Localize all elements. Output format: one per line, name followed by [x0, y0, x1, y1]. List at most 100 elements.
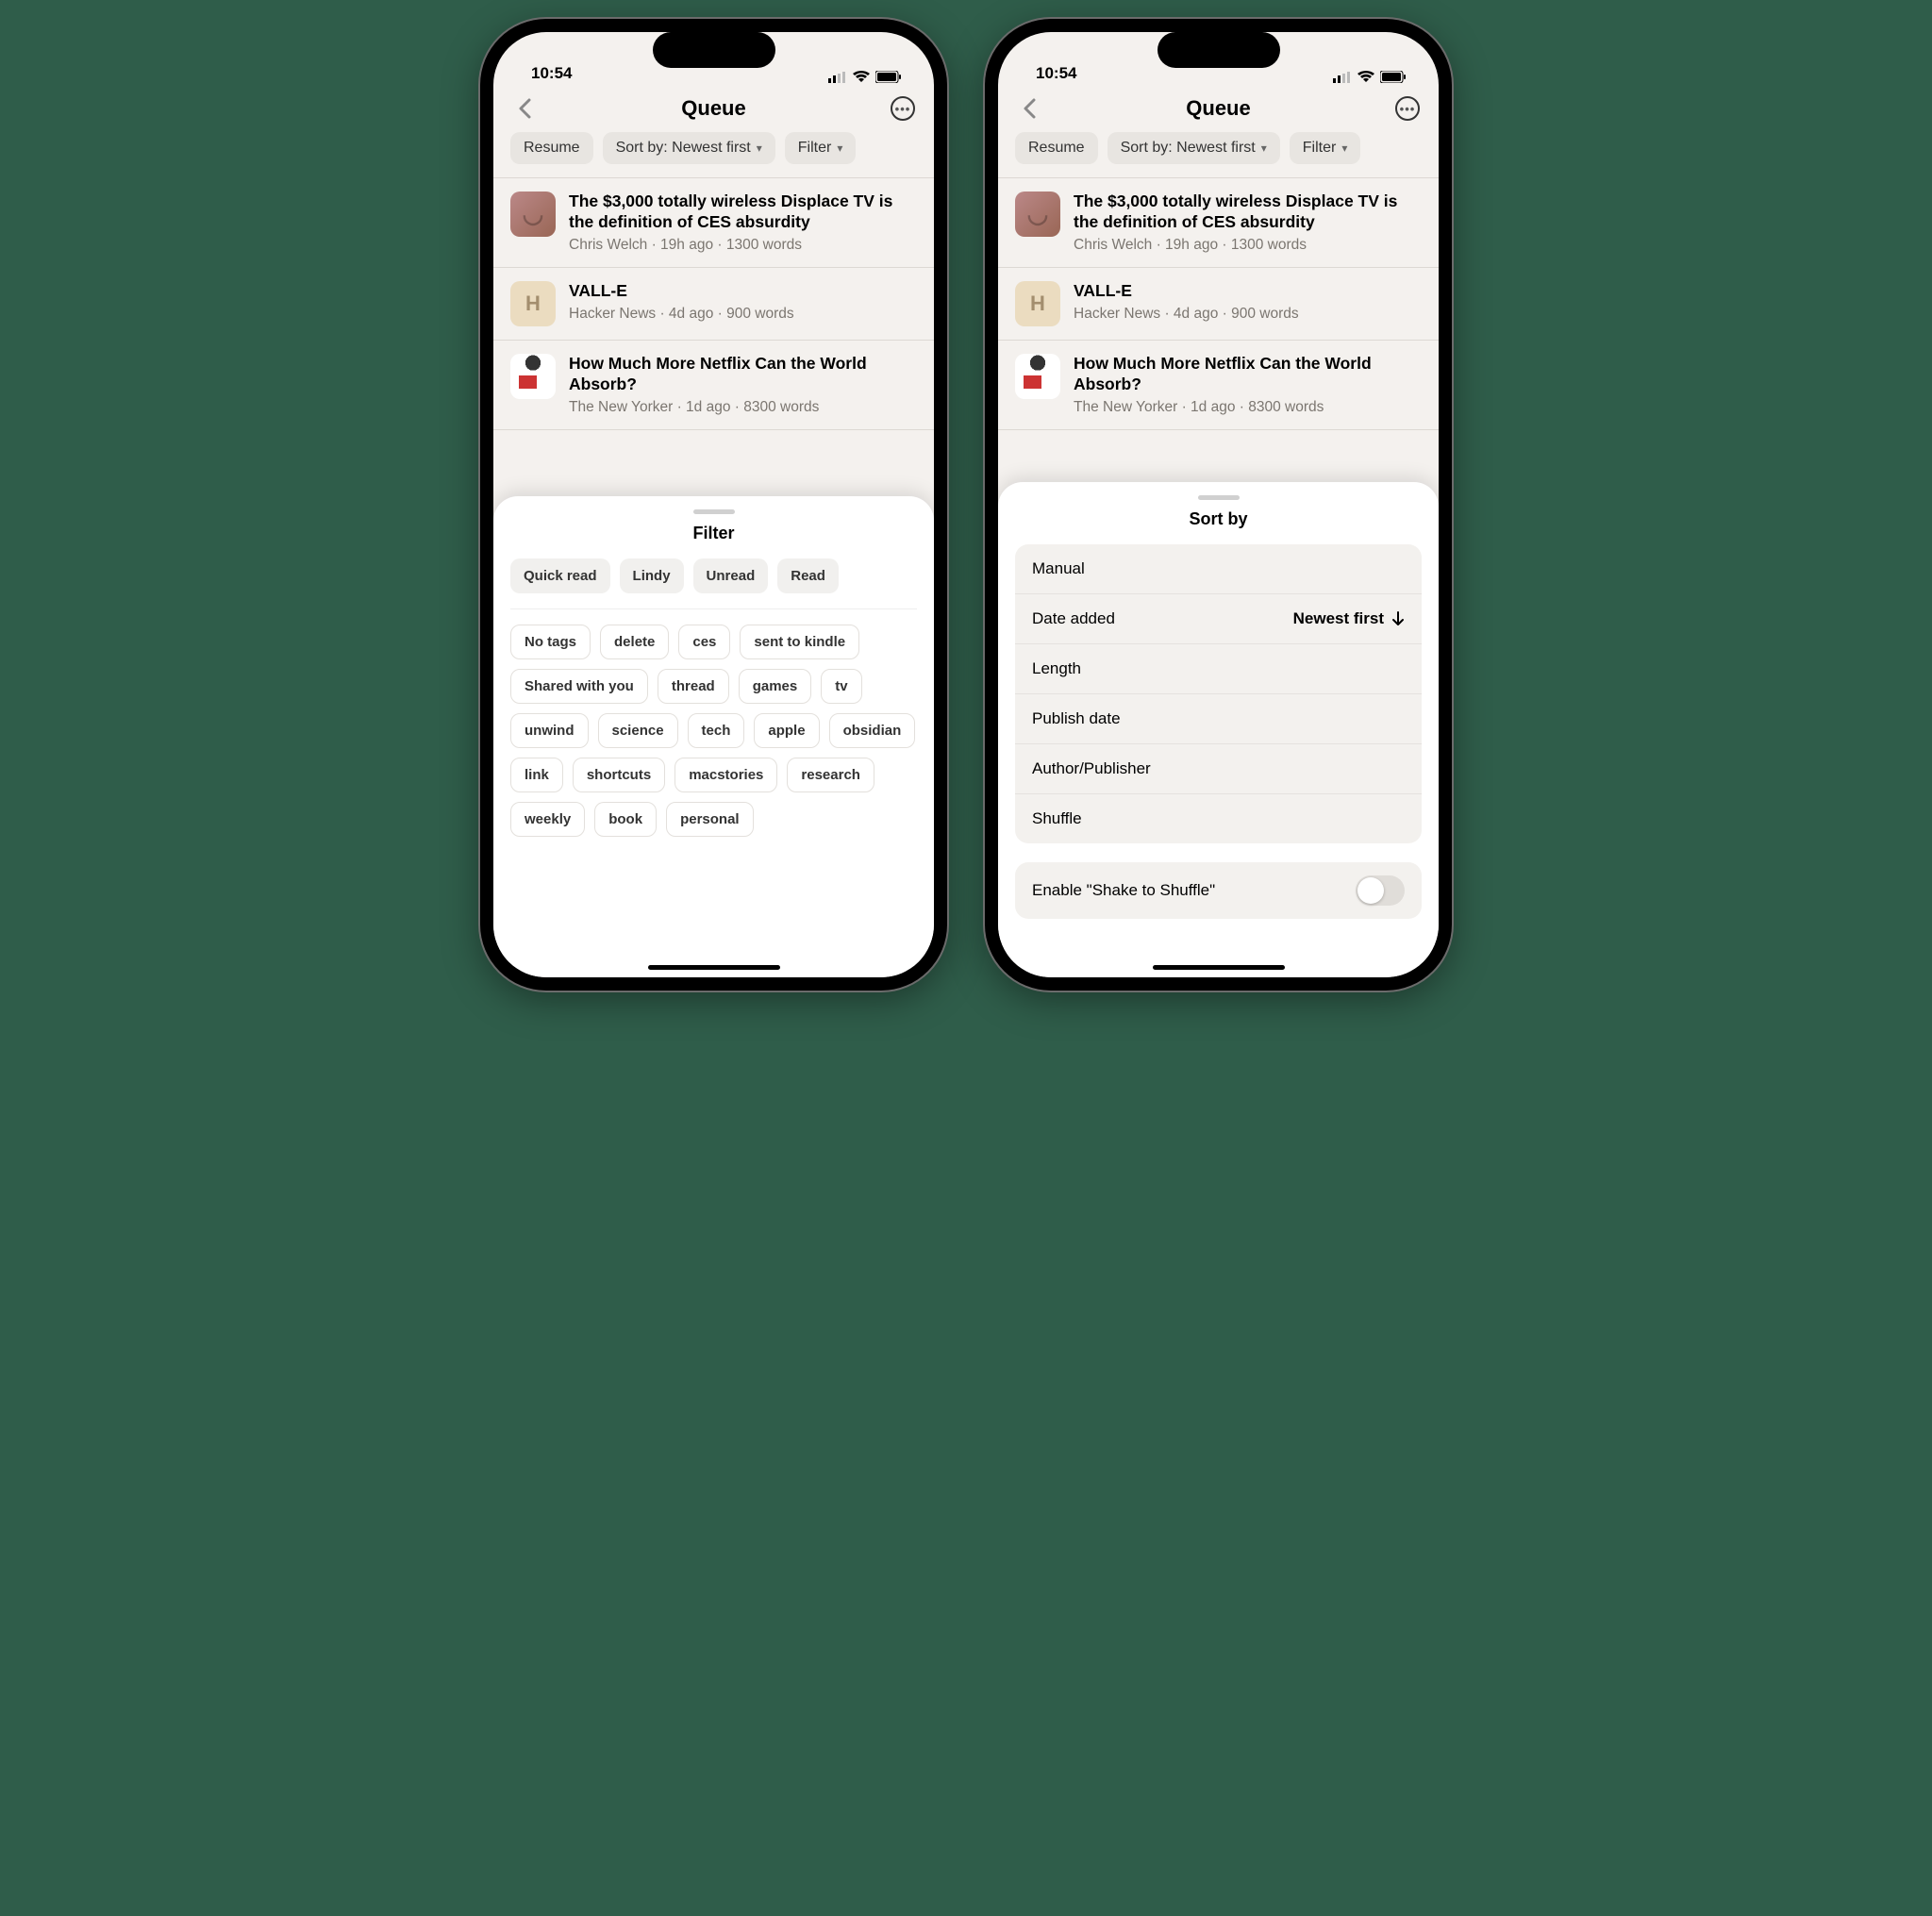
tag-chip[interactable]: obsidian	[829, 713, 916, 748]
sort-length[interactable]: Length	[1015, 644, 1422, 694]
tag-chip[interactable]: personal	[666, 802, 754, 837]
toolbar: Resume Sort by: Newest first▾ Filter▾	[998, 132, 1439, 177]
more-button[interactable]: •••	[889, 94, 917, 123]
screen-right: 10:54 Queue ••• Resume Sort by: Newest f…	[998, 32, 1439, 977]
filter-sheet: Filter Quick read Lindy Unread Read No t…	[493, 496, 934, 977]
more-button[interactable]: •••	[1393, 94, 1422, 123]
phone-left: 10:54 Queue ••• Resume Sort by: Newest f…	[480, 19, 947, 991]
sheet-grabber[interactable]	[693, 509, 735, 514]
chevron-down-icon: ▾	[757, 142, 762, 155]
dynamic-island	[1158, 32, 1280, 68]
toolbar: Resume Sort by: Newest first▾ Filter▾	[493, 132, 934, 177]
home-indicator[interactable]	[648, 965, 780, 970]
article-thumbnail	[510, 192, 556, 237]
article-row[interactable]: How Much More Netflix Can the World Abso…	[493, 341, 934, 430]
article-row[interactable]: H VALL-E Hacker News · 4d ago · 900 word…	[493, 268, 934, 341]
wifi-icon	[1357, 71, 1374, 83]
article-meta: Hacker News · 4d ago · 900 words	[569, 306, 917, 323]
shake-label: Enable "Shake to Shuffle"	[1032, 881, 1215, 900]
tag-chip[interactable]: games	[739, 669, 812, 704]
article-title: How Much More Netflix Can the World Abso…	[1074, 354, 1422, 395]
tag-chip[interactable]: science	[598, 713, 678, 748]
article-title: How Much More Netflix Can the World Abso…	[569, 354, 917, 395]
tag-chip[interactable]: unwind	[510, 713, 589, 748]
tag-chip[interactable]: No tags	[510, 625, 591, 659]
shake-toggle[interactable]	[1356, 875, 1405, 906]
home-indicator[interactable]	[1153, 965, 1285, 970]
sheet-grabber[interactable]	[1198, 495, 1240, 500]
sort-button[interactable]: Sort by: Newest first▾	[1108, 132, 1280, 164]
tag-chip[interactable]: book	[594, 802, 657, 837]
sort-author[interactable]: Author/Publisher	[1015, 744, 1422, 794]
article-meta: Chris Welch · 19h ago · 1300 words	[1074, 237, 1422, 254]
tag-chip[interactable]: sent to kindle	[740, 625, 859, 659]
tag-chip[interactable]: ces	[678, 625, 730, 659]
ellipsis-icon: •••	[1395, 96, 1420, 121]
tag-chip[interactable]: tech	[688, 713, 745, 748]
tag-list: No tags delete ces sent to kindle Shared…	[493, 625, 934, 837]
article-title: VALL-E	[1074, 281, 1422, 302]
phone-right: 10:54 Queue ••• Resume Sort by: Newest f…	[985, 19, 1452, 991]
filter-quick-row: Quick read Lindy Unread Read	[493, 558, 934, 608]
sort-date-added[interactable]: Date added Newest first	[1015, 594, 1422, 644]
filter-button[interactable]: Filter▾	[1290, 132, 1361, 164]
filter-read[interactable]: Read	[777, 558, 839, 593]
sort-sheet: Sort by Manual Date added Newest first L…	[998, 482, 1439, 977]
shake-to-shuffle-row: Enable "Shake to Shuffle"	[1015, 862, 1422, 919]
wifi-icon	[853, 71, 870, 83]
article-thumbnail: H	[1015, 281, 1060, 326]
filter-unread[interactable]: Unread	[693, 558, 769, 593]
divider	[510, 608, 917, 609]
article-row[interactable]: How Much More Netflix Can the World Abso…	[998, 341, 1439, 430]
article-meta: Chris Welch · 19h ago · 1300 words	[569, 237, 917, 254]
back-button[interactable]	[510, 94, 539, 123]
status-icons	[1333, 71, 1407, 83]
status-icons	[828, 71, 902, 83]
article-meta: Hacker News · 4d ago · 900 words	[1074, 306, 1422, 323]
status-time: 10:54	[531, 64, 572, 83]
sort-sheet-title: Sort by	[998, 509, 1439, 529]
article-row[interactable]: H VALL-E Hacker News · 4d ago · 900 word…	[998, 268, 1439, 341]
tag-chip[interactable]: link	[510, 758, 563, 792]
sort-value: Newest first	[1293, 609, 1405, 628]
toggle-knob	[1357, 877, 1384, 904]
resume-button[interactable]: Resume	[1015, 132, 1098, 164]
battery-icon	[875, 71, 902, 83]
sort-button[interactable]: Sort by: Newest first▾	[603, 132, 775, 164]
filter-sheet-title: Filter	[493, 524, 934, 543]
status-time: 10:54	[1036, 64, 1076, 83]
resume-button[interactable]: Resume	[510, 132, 593, 164]
tag-chip[interactable]: delete	[600, 625, 669, 659]
tag-chip[interactable]: Shared with you	[510, 669, 648, 704]
chevron-left-icon	[518, 98, 531, 119]
dynamic-island	[653, 32, 775, 68]
filter-lindy[interactable]: Lindy	[620, 558, 684, 593]
filter-quickread[interactable]: Quick read	[510, 558, 610, 593]
chevron-left-icon	[1023, 98, 1036, 119]
tag-chip[interactable]: macstories	[675, 758, 777, 792]
back-button[interactable]	[1015, 94, 1043, 123]
chevron-down-icon: ▾	[1341, 142, 1347, 155]
ellipsis-icon: •••	[891, 96, 915, 121]
tag-chip[interactable]: apple	[754, 713, 819, 748]
sort-options: Manual Date added Newest first Length Pu…	[1015, 544, 1422, 843]
tag-chip[interactable]: shortcuts	[573, 758, 665, 792]
article-title: The $3,000 totally wireless Displace TV …	[1074, 192, 1422, 233]
battery-icon	[1380, 71, 1407, 83]
tag-chip[interactable]: thread	[658, 669, 729, 704]
article-meta: The New Yorker · 1d ago · 8300 words	[1074, 399, 1422, 416]
article-row[interactable]: The $3,000 totally wireless Displace TV …	[493, 178, 934, 268]
sort-publish-date[interactable]: Publish date	[1015, 694, 1422, 744]
sort-manual[interactable]: Manual	[1015, 544, 1422, 594]
nav-bar: Queue •••	[493, 87, 934, 132]
arrow-down-icon	[1391, 611, 1405, 626]
tag-chip[interactable]: tv	[821, 669, 861, 704]
article-thumbnail	[1015, 354, 1060, 399]
filter-button[interactable]: Filter▾	[785, 132, 857, 164]
chevron-down-icon: ▾	[837, 142, 842, 155]
tag-chip[interactable]: weekly	[510, 802, 585, 837]
sort-shuffle[interactable]: Shuffle	[1015, 794, 1422, 843]
tag-chip[interactable]: research	[787, 758, 874, 792]
article-meta: The New Yorker · 1d ago · 8300 words	[569, 399, 917, 416]
article-row[interactable]: The $3,000 totally wireless Displace TV …	[998, 178, 1439, 268]
